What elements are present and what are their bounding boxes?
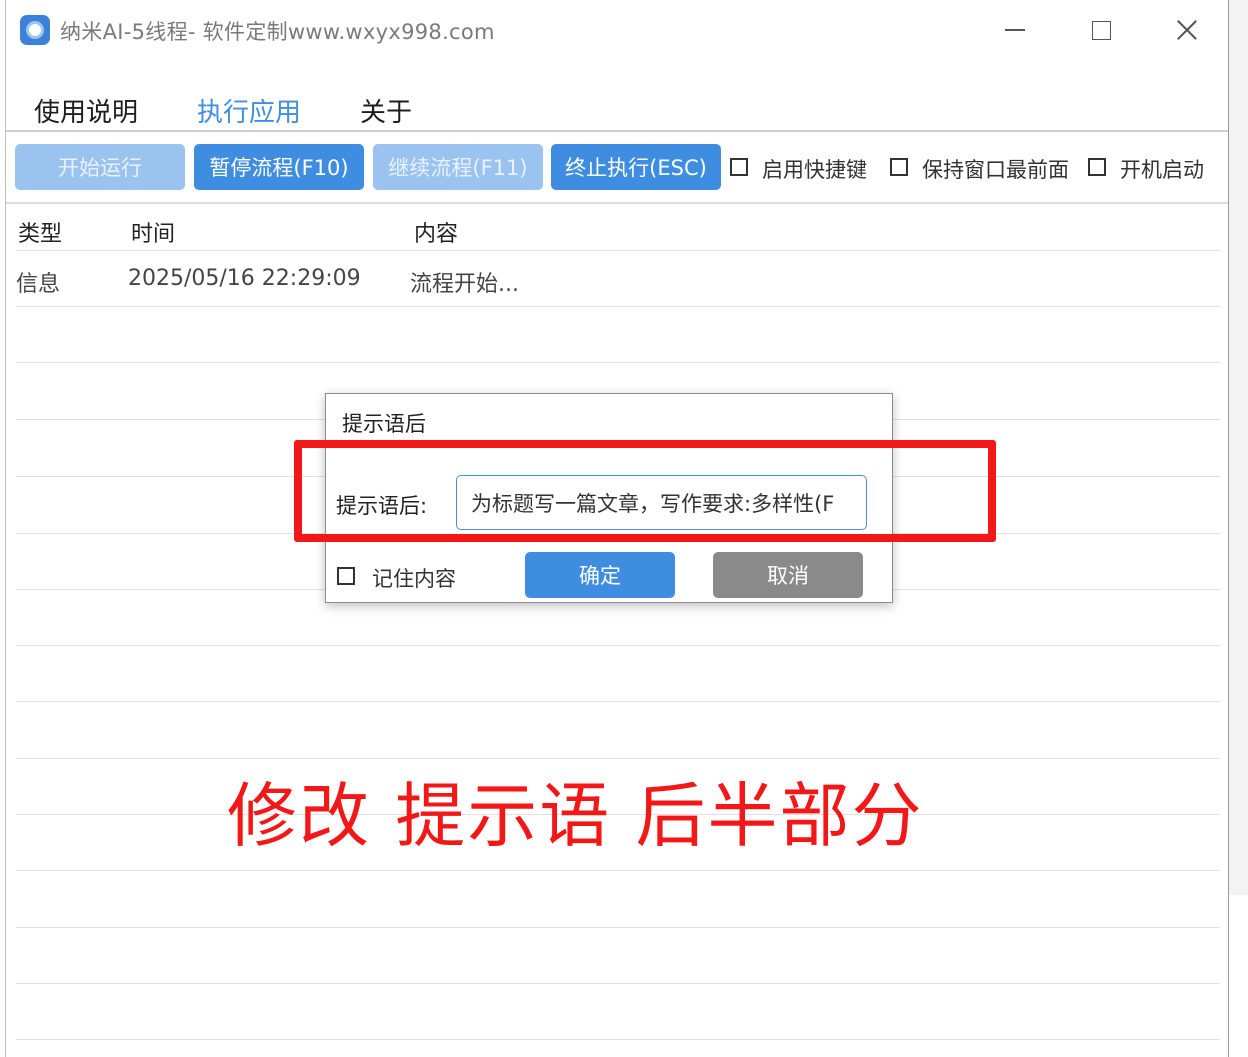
- ok-button[interactable]: 确定: [525, 552, 675, 598]
- menu-item-usage[interactable]: 使用说明: [34, 92, 138, 129]
- remember-label: 记住内容: [372, 567, 456, 591]
- autostart-checkbox[interactable]: [1088, 158, 1106, 176]
- app-icon: [20, 15, 50, 45]
- autostart-label: 开机启动: [1120, 158, 1204, 182]
- maximize-button[interactable]: [1078, 10, 1124, 50]
- toolbar: 开始运行 暂停流程(F10) 继续流程(F11) 终止执行(ESC) 启用快捷键…: [6, 134, 1228, 204]
- title-bar: 纳米AI-5线程- 软件定制www.wxyx998.com: [6, 0, 1228, 62]
- maximize-icon: [1091, 20, 1111, 40]
- log-cell-content: 流程开始...: [410, 272, 519, 297]
- close-icon: [1176, 19, 1198, 41]
- row-divider: [16, 645, 1220, 646]
- always-on-top-checkbox[interactable]: [890, 158, 908, 176]
- row-divider: [16, 983, 1220, 984]
- row-divider: [16, 362, 1220, 363]
- row-divider: [16, 870, 1220, 871]
- row-divider: [16, 250, 1220, 251]
- annotation-text: 修改 提示语 后半部分: [227, 775, 924, 857]
- column-header-time[interactable]: 时间: [131, 216, 175, 248]
- red-highlight-box: [294, 440, 996, 542]
- column-header-type[interactable]: 类型: [18, 216, 62, 248]
- window-title: 纳米AI-5线程- 软件定制www.wxyx998.com: [60, 20, 495, 44]
- background-desktop-right: [1229, 0, 1248, 1057]
- cancel-button[interactable]: 取消: [713, 552, 863, 598]
- row-divider: [16, 927, 1220, 928]
- row-divider: [16, 306, 1220, 307]
- menu-item-run-app[interactable]: 执行应用: [197, 92, 301, 129]
- start-button[interactable]: 开始运行: [15, 144, 185, 190]
- column-header-content[interactable]: 内容: [414, 216, 458, 248]
- minimize-button[interactable]: [992, 10, 1038, 50]
- hotkey-label: 启用快捷键: [762, 158, 867, 182]
- hotkey-checkbox[interactable]: [730, 158, 748, 176]
- log-cell-time: 2025/05/16 22:29:09: [128, 266, 361, 291]
- row-divider: [16, 758, 1220, 759]
- always-on-top-label: 保持窗口最前面: [922, 158, 1069, 182]
- menu-bar: 使用说明 执行应用 关于: [6, 62, 1228, 132]
- log-cell-type: 信息: [16, 272, 61, 297]
- pause-button[interactable]: 暂停流程(F10): [194, 144, 364, 190]
- row-divider: [16, 1039, 1220, 1040]
- row-divider: [16, 701, 1220, 702]
- menu-item-about[interactable]: 关于: [360, 92, 412, 129]
- continue-button[interactable]: 继续流程(F11): [373, 144, 543, 190]
- remember-checkbox[interactable]: [337, 567, 355, 585]
- dialog-title: 提示语后: [342, 412, 426, 436]
- stop-button[interactable]: 终止执行(ESC): [551, 144, 721, 190]
- minimize-icon: [1005, 29, 1025, 31]
- log-table: 类型 时间 内容 信息 2025/05/16 22:29:09 流程开始...: [16, 206, 1220, 1057]
- close-button[interactable]: [1164, 10, 1210, 50]
